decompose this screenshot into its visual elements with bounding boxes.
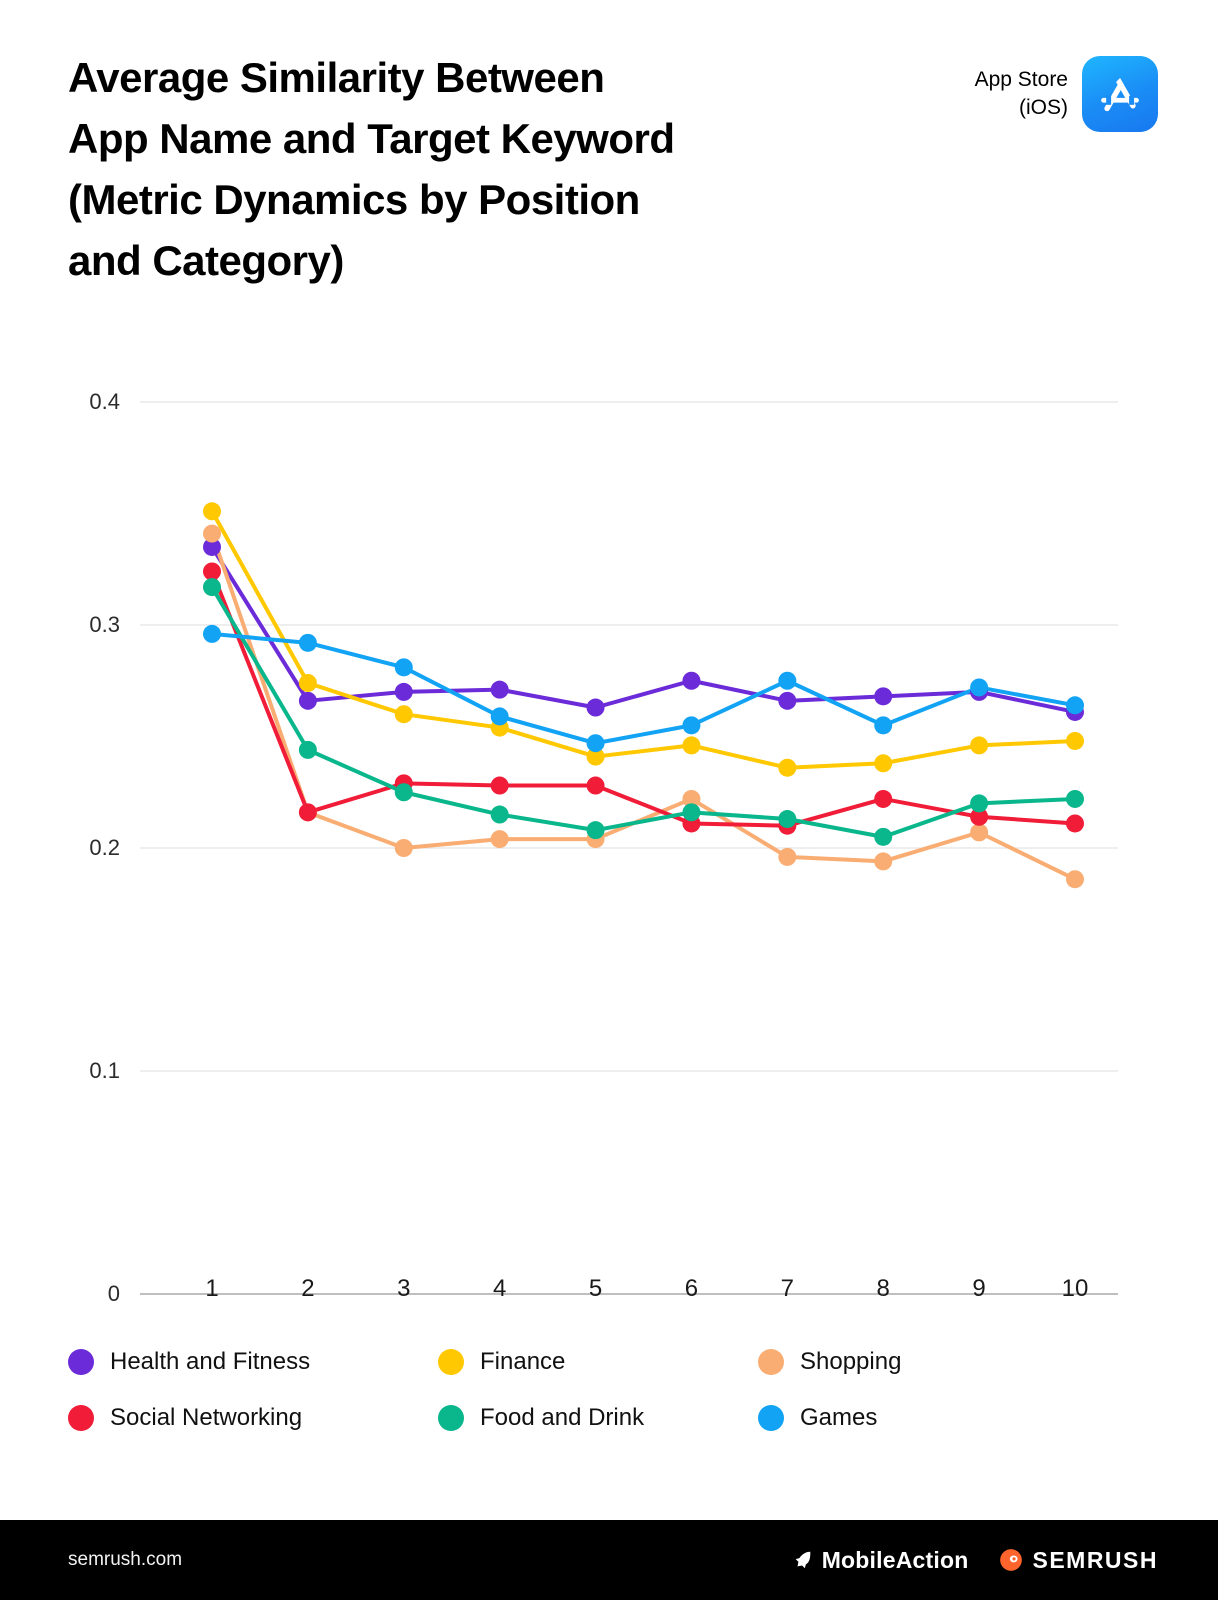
data-point[interactable] bbox=[490, 776, 509, 795]
legend-item[interactable]: Shopping bbox=[758, 1348, 1028, 1376]
legend-item[interactable]: Food and Drink bbox=[438, 1404, 758, 1432]
series-line-finance bbox=[210, 509, 1077, 770]
data-point[interactable] bbox=[778, 810, 797, 829]
data-point[interactable] bbox=[778, 758, 797, 777]
legend-color-swatch bbox=[68, 1405, 94, 1431]
x-axis-tick-label: 3 bbox=[397, 1275, 411, 1302]
x-axis-tick-label: 10 bbox=[1061, 1275, 1089, 1302]
x-axis-tick-label: 4 bbox=[492, 1275, 507, 1302]
footer: semrush.com MobileAction SEMRUSH bbox=[0, 1520, 1218, 1600]
data-point[interactable] bbox=[298, 691, 317, 710]
x-axis-tick-label: 1 bbox=[205, 1275, 219, 1302]
data-point[interactable] bbox=[298, 740, 317, 759]
legend-label: Shopping bbox=[800, 1348, 902, 1375]
footer-site-label: semrush.com bbox=[68, 1549, 183, 1570]
legend-label: Social Networking bbox=[110, 1404, 303, 1431]
data-point[interactable] bbox=[394, 658, 413, 677]
data-point[interactable] bbox=[970, 736, 989, 755]
data-point[interactable] bbox=[490, 707, 509, 726]
data-point[interactable] bbox=[298, 803, 317, 822]
data-point[interactable] bbox=[682, 736, 701, 755]
data-point[interactable] bbox=[203, 562, 221, 581]
data-point[interactable] bbox=[874, 754, 893, 773]
y-axis-tick-label: 0 bbox=[107, 1281, 120, 1306]
data-point[interactable] bbox=[682, 803, 701, 822]
x-axis-tick-label: 7 bbox=[780, 1275, 794, 1302]
data-point[interactable] bbox=[1066, 814, 1084, 833]
data-point[interactable] bbox=[970, 794, 989, 813]
data-point[interactable] bbox=[1066, 870, 1084, 889]
data-point[interactable] bbox=[970, 678, 989, 697]
data-point[interactable] bbox=[874, 687, 893, 706]
data-point[interactable] bbox=[778, 671, 797, 690]
data-point[interactable] bbox=[490, 805, 509, 824]
data-point[interactable] bbox=[586, 734, 605, 753]
legend-label: Games bbox=[800, 1404, 878, 1431]
data-point[interactable] bbox=[682, 671, 701, 690]
rocket-icon bbox=[795, 1551, 811, 1569]
mobileaction-brand: MobileAction bbox=[792, 1547, 969, 1574]
data-point[interactable] bbox=[298, 673, 317, 692]
data-point[interactable] bbox=[490, 680, 509, 699]
legend-color-swatch bbox=[438, 1349, 464, 1375]
data-point[interactable] bbox=[1066, 696, 1084, 715]
semrush-logo-icon bbox=[1000, 1549, 1023, 1571]
data-point[interactable] bbox=[970, 823, 989, 842]
data-point[interactable] bbox=[203, 624, 221, 643]
data-point[interactable] bbox=[586, 776, 605, 795]
gridlines bbox=[140, 401, 1118, 1295]
x-axis-tick-label: 8 bbox=[876, 1275, 890, 1302]
legend-item[interactable]: Finance bbox=[438, 1348, 758, 1376]
x-axis-tick-label: 9 bbox=[972, 1275, 986, 1302]
legend-label: Finance bbox=[480, 1348, 566, 1375]
data-point[interactable] bbox=[682, 716, 701, 735]
x-axis-tick-label: 6 bbox=[684, 1275, 699, 1302]
semrush-label: SEMRUSH bbox=[1032, 1546, 1158, 1573]
x-axis-tick-label: 5 bbox=[588, 1275, 603, 1302]
data-point[interactable] bbox=[203, 502, 221, 521]
data-point[interactable] bbox=[778, 691, 797, 710]
data-point[interactable] bbox=[874, 827, 893, 846]
legend-color-swatch bbox=[68, 1349, 94, 1375]
y-axis-tick-label: 0.3 bbox=[89, 612, 120, 637]
legend-item[interactable]: Health and Fitness bbox=[68, 1348, 438, 1376]
legend-label: Health and Fitness bbox=[110, 1348, 311, 1375]
y-axis-tick-label: 0.1 bbox=[89, 1058, 120, 1083]
data-point[interactable] bbox=[586, 698, 605, 717]
chart-legend: Health and Fitness Finance Shopping Social … bbox=[68, 1348, 1028, 1432]
series-lines bbox=[210, 509, 1077, 882]
data-point[interactable] bbox=[778, 847, 797, 866]
legend-color-swatch bbox=[758, 1349, 784, 1375]
data-point[interactable] bbox=[203, 578, 221, 597]
data-point[interactable] bbox=[203, 524, 221, 543]
data-point[interactable] bbox=[1066, 731, 1084, 750]
data-point[interactable] bbox=[586, 821, 605, 840]
data-point[interactable] bbox=[490, 830, 509, 849]
legend-color-swatch bbox=[758, 1405, 784, 1431]
legend-item[interactable]: Games bbox=[758, 1404, 1028, 1432]
data-point[interactable] bbox=[1066, 789, 1084, 808]
data-point[interactable] bbox=[874, 716, 893, 735]
series-line-health-and-fitness bbox=[210, 544, 1077, 714]
footer-brands: MobileAction SEMRUSH bbox=[792, 1547, 1158, 1574]
data-point[interactable] bbox=[394, 682, 413, 701]
data-point[interactable] bbox=[874, 852, 893, 871]
series-line-shopping bbox=[210, 531, 1077, 882]
infographic-page: Average Similarity Between App Name and … bbox=[0, 0, 1218, 1600]
data-point[interactable] bbox=[298, 633, 317, 652]
legend-item[interactable]: Social Networking bbox=[68, 1404, 438, 1432]
data-point[interactable] bbox=[394, 705, 413, 724]
y-axis-tick-label: 0.4 bbox=[89, 389, 120, 414]
mobileaction-label: MobileAction bbox=[821, 1546, 969, 1573]
series-line-games bbox=[210, 631, 1077, 746]
semrush-brand: SEMRUSH bbox=[998, 1547, 1158, 1574]
x-axis-tick-label: 2 bbox=[301, 1275, 315, 1302]
legend-color-swatch bbox=[438, 1405, 464, 1431]
data-point[interactable] bbox=[874, 789, 893, 808]
data-point[interactable] bbox=[394, 783, 413, 802]
data-point[interactable] bbox=[394, 839, 413, 857]
legend-label: Food and Drink bbox=[480, 1404, 645, 1431]
y-axis-tick-label: 0.2 bbox=[89, 835, 120, 860]
